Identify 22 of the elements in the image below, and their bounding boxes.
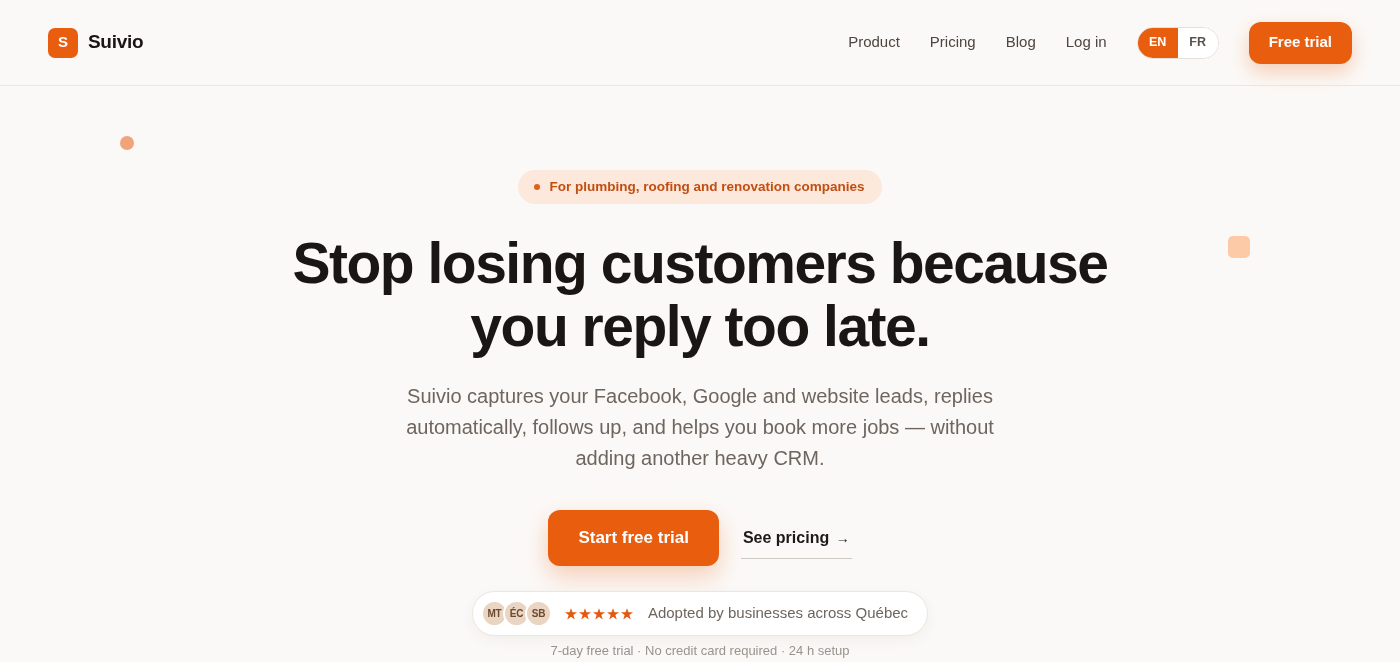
nav-link[interactable]: Blog — [1005, 31, 1036, 54]
nav-link[interactable]: Log in — [1065, 31, 1107, 54]
trial-terms-text: 7-day free trial · No credit card required · 24 h setup — [549, 643, 851, 659]
star-icon — [620, 607, 633, 620]
initials-avatar: SB — [524, 600, 552, 627]
badge-text: For plumbing, roofing and renovation companies — [549, 177, 865, 196]
brand-name[interactable]: Suivio — [88, 28, 144, 57]
star-icon — [606, 607, 619, 620]
decorative-square-icon — [1228, 236, 1250, 258]
nav-link[interactable]: Product — [848, 31, 900, 54]
hero-headline: Stop losing customers because you reply too late. — [291, 232, 1109, 358]
initials-avatar: MT — [480, 600, 508, 627]
decorative-dot-icon — [120, 136, 134, 150]
nav-link[interactable]: Pricing — [929, 31, 976, 54]
hero-subtitle: Suivio captures your Facebook, Google and website leads, replies automatically, follows up, and helps you book more jobs — without adding another heavy CRM. — [405, 384, 995, 471]
star-icon — [578, 607, 591, 620]
initials-avatar: ÉC — [502, 600, 530, 627]
dot-icon — [534, 184, 541, 190]
star-icon — [564, 607, 577, 620]
star-icon — [592, 607, 605, 620]
see-pricing-link[interactable]: See pricing → — [740, 517, 852, 559]
social-proof-text: Adopted by businesses across Québec — [647, 603, 909, 624]
